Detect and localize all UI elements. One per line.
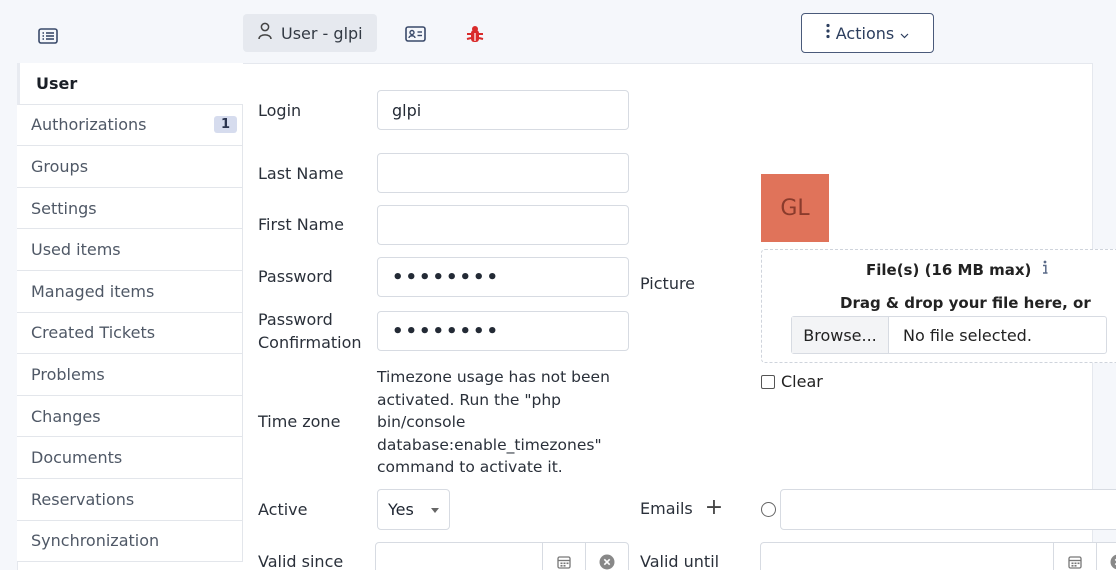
sidebar-item-authorizations[interactable]: Authorizations 1	[17, 104, 243, 147]
clear-picture-checkbox[interactable]: Clear	[761, 372, 823, 391]
sidebar-item-changes[interactable]: Changes	[17, 395, 243, 438]
sidebar-item-label: Used items	[31, 240, 121, 260]
timezone-label: Time zone	[258, 412, 341, 431]
sidebar-item-label: Managed items	[31, 281, 155, 301]
password-confirmation-value: ••••••••	[392, 320, 501, 342]
clear-date-icon[interactable]	[1096, 543, 1116, 570]
sidebar-item-used-items[interactable]: Used items	[17, 229, 243, 271]
sidebar-item-created-tickets[interactable]: Created Tickets	[17, 312, 243, 355]
top-bar: User - glpi Actions	[0, 0, 1116, 64]
avatar: GL	[761, 174, 829, 242]
login-input[interactable]: glpi	[377, 90, 629, 130]
valid-until-input[interactable]	[761, 543, 1053, 570]
password-confirmation-label-line2: Confirmation	[258, 333, 362, 352]
password-label: Password	[258, 267, 333, 286]
active-select-value: Yes	[388, 500, 414, 519]
sidebar: User Authorizations 1 Groups Settings Use…	[17, 63, 243, 563]
sidebar-item-label: Changes	[31, 406, 101, 426]
sidebar-item-label: Created Tickets	[31, 323, 156, 343]
sidebar-item-label: Problems	[31, 364, 105, 384]
password-confirmation-label-line1: Password	[258, 310, 333, 329]
login-label: Login	[258, 101, 302, 120]
sidebar-item-user[interactable]: User	[17, 63, 243, 105]
sidebar-item-label: Documents	[31, 448, 123, 468]
checkbox-icon[interactable]	[761, 374, 775, 389]
tab-user-glpi[interactable]: User - glpi	[243, 14, 377, 52]
sidebar-item-reservations[interactable]: Reservations	[17, 478, 243, 521]
info-icon[interactable]	[1041, 260, 1049, 279]
sidebar-item-label: User	[36, 73, 78, 93]
active-select[interactable]: Yes	[377, 489, 450, 530]
no-file-text: No file selected.	[903, 325, 1032, 345]
emails-label: Emails +	[640, 497, 723, 519]
calendar-icon[interactable]	[542, 543, 585, 570]
files-title: File(s) (16 MB max)	[866, 260, 1049, 279]
kebab-icon	[826, 23, 830, 43]
calendar-icon[interactable]	[1053, 543, 1096, 570]
sidebar-item-label: Groups	[31, 156, 89, 176]
file-input[interactable]: Browse... No file selected.	[791, 316, 1107, 354]
actions-button[interactable]: Actions	[801, 13, 934, 53]
sidebar-item-label: Authorizations	[31, 115, 147, 135]
files-title-text: File(s) (16 MB max)	[866, 260, 1032, 279]
last-name-label: Last Name	[258, 164, 344, 183]
valid-since-input[interactable]	[376, 543, 542, 570]
sidebar-item-documents[interactable]: Documents	[17, 437, 243, 479]
email-input[interactable]	[780, 489, 1116, 530]
list-view-icon[interactable]	[36, 26, 60, 46]
bug-icon[interactable]	[464, 24, 486, 46]
last-name-input[interactable]	[377, 153, 629, 193]
sidebar-item-label: Reservations	[31, 489, 135, 509]
password-confirmation-label: Password Confirmation	[258, 308, 362, 354]
sidebar-item-synchronization[interactable]: Synchronization	[17, 520, 243, 563]
valid-since-date-field	[375, 542, 629, 570]
browse-button[interactable]: Browse...	[792, 317, 889, 353]
sidebar-item-managed-items[interactable]: Managed items	[17, 270, 243, 313]
actions-label: Actions	[835, 23, 895, 43]
first-name-input[interactable]	[377, 205, 629, 245]
valid-until-label: Valid until	[640, 552, 720, 570]
sidebar-item-problems[interactable]: Problems	[17, 354, 243, 396]
password-value: ••••••••	[392, 266, 501, 288]
password-input[interactable]: ••••••••	[377, 257, 629, 297]
password-confirmation-input[interactable]: ••••••••	[377, 311, 629, 351]
user-icon	[257, 22, 273, 44]
timezone-note: Timezone usage has not been activated. R…	[377, 368, 610, 476]
first-name-label: First Name	[258, 215, 344, 234]
sidebar-item-label: Settings	[31, 198, 97, 218]
valid-since-label: Valid since	[258, 552, 344, 570]
clear-label: Clear	[781, 372, 823, 391]
sidebar-item-groups[interactable]: Groups	[17, 146, 243, 188]
caret-down-icon	[431, 508, 439, 513]
drag-drop-text: Drag & drop your file here, or	[840, 294, 1091, 312]
chevron-down-icon	[900, 24, 909, 43]
default-email-radio[interactable]	[761, 502, 776, 517]
plus-icon[interactable]: +	[705, 497, 723, 519]
count-badge: 1	[213, 115, 237, 133]
tab-user-label: User - glpi	[281, 23, 363, 43]
file-dropzone[interactable]: File(s) (16 MB max) Drag & drop your fil…	[761, 249, 1116, 363]
active-label: Active	[258, 500, 308, 519]
picture-label: Picture	[640, 274, 696, 293]
emails-label-text: Emails	[640, 498, 693, 518]
valid-until-date-field	[760, 542, 1116, 570]
sidebar-item-label: Synchronization	[31, 531, 160, 551]
sidebar-item-settings[interactable]: Settings	[17, 187, 243, 230]
clear-date-icon[interactable]	[585, 543, 628, 570]
login-value: glpi	[392, 100, 422, 120]
id-card-icon[interactable]	[403, 24, 427, 44]
